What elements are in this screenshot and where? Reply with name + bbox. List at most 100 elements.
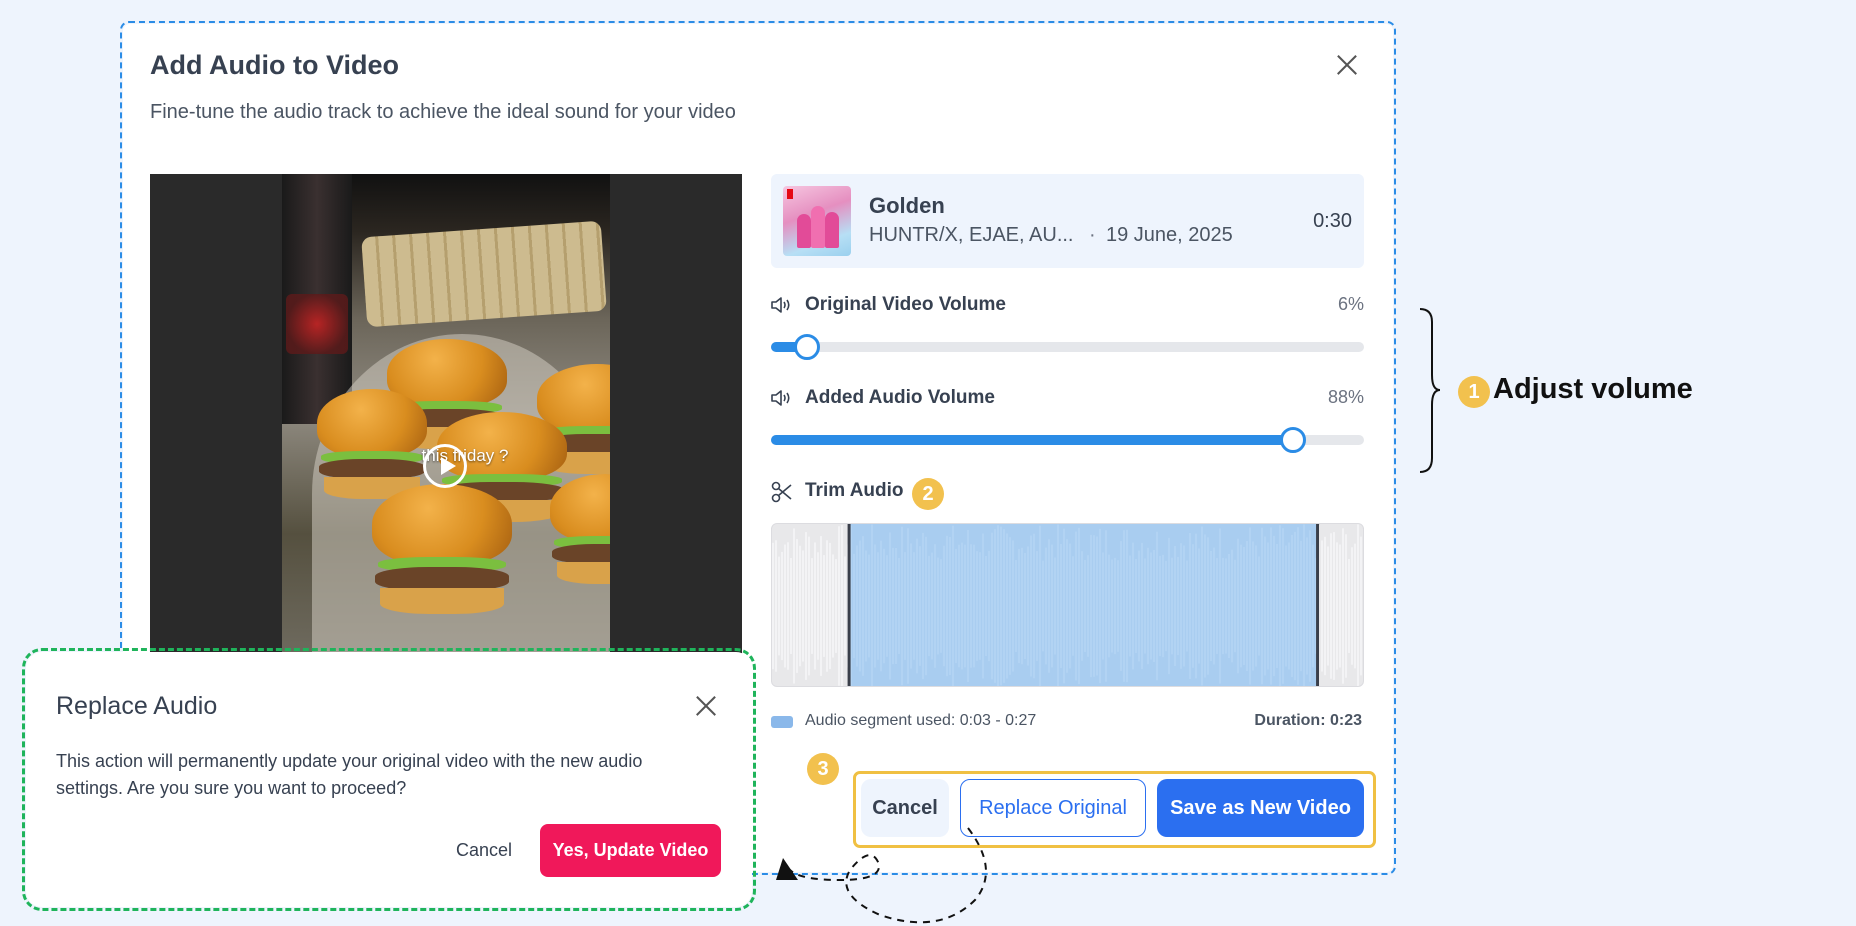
slider-thumb[interactable]	[1279, 427, 1306, 453]
waveform-bar	[1273, 535, 1275, 677]
waveform-bar	[1219, 528, 1221, 684]
waveform-bar	[1288, 542, 1290, 670]
waveform-bar	[1168, 537, 1170, 675]
waveform-bar	[1360, 536, 1362, 676]
waveform-bar	[886, 555, 888, 657]
waveform-bar	[1270, 527, 1272, 685]
waveform-bar	[826, 540, 828, 672]
waveform-bar	[1195, 533, 1197, 679]
waveform-bar	[1129, 555, 1131, 657]
waveform-bar	[781, 551, 783, 661]
waveform-bar	[1204, 534, 1206, 678]
waveform-bar	[817, 552, 819, 660]
dialog-title: Replace Audio	[56, 692, 218, 720]
waveform-bar	[883, 548, 885, 664]
modal-subtitle: Fine-tune the audio track to achieve the…	[150, 101, 736, 123]
waveform-bar	[901, 526, 903, 686]
waveform-bar	[910, 543, 912, 669]
waveform-bar	[829, 542, 831, 670]
waveform-bar	[1153, 549, 1155, 663]
waveform-bar	[790, 558, 792, 654]
waveform-bar	[778, 556, 780, 656]
waveform-bar	[1258, 556, 1260, 656]
waveform-bar	[859, 540, 861, 672]
trim-start-handle	[847, 524, 851, 686]
waveform-bar	[1078, 527, 1080, 685]
waveform-bar	[838, 526, 840, 686]
waveform-bar	[1234, 559, 1236, 653]
replace-original-button[interactable]: Replace Original	[960, 779, 1146, 837]
slider-thumb[interactable]	[793, 334, 820, 360]
adjust-volume-annotation: Adjust volume	[1493, 373, 1693, 405]
audio-waveform-trimmer[interactable]	[771, 523, 1364, 687]
added-volume-slider[interactable]	[771, 427, 1364, 453]
close-icon[interactable]	[1333, 51, 1361, 79]
waveform-bar	[997, 525, 999, 686]
waveform-bar	[994, 529, 996, 683]
waveform-bar	[1021, 547, 1023, 665]
close-icon[interactable]	[692, 692, 720, 720]
cancel-button[interactable]: Cancel	[861, 779, 949, 837]
original-volume-slider[interactable]	[771, 334, 1364, 360]
trim-end-handle	[1316, 524, 1320, 686]
waveform-bar	[1114, 557, 1116, 655]
waveform-bar	[1060, 544, 1062, 668]
waveform-bar	[1330, 533, 1332, 679]
waveform-bar	[835, 559, 837, 653]
waveform-bar	[853, 553, 855, 659]
waveform-bar	[793, 528, 795, 684]
waveform-bar	[976, 551, 978, 661]
play-icon[interactable]	[423, 444, 467, 488]
speaker-icon	[771, 297, 790, 313]
waveform-bar	[1147, 547, 1149, 665]
waveform-bar	[973, 544, 975, 668]
waveform-bar	[1030, 535, 1032, 677]
video-preview[interactable]: this friday ?	[150, 174, 742, 654]
waveform-bar	[1246, 540, 1248, 672]
yes-update-video-button[interactable]: Yes, Update Video	[540, 824, 721, 877]
sandwich-tray	[361, 220, 607, 328]
waveform-graphic	[772, 524, 1362, 686]
step-badge-2: 2	[912, 478, 944, 510]
waveform-bar	[1177, 556, 1179, 656]
waveform-bar	[1267, 542, 1269, 670]
waveform-bar	[955, 548, 957, 664]
waveform-bar	[946, 535, 948, 677]
waveform-bar	[913, 552, 915, 660]
waveform-bar	[1321, 540, 1323, 672]
waveform-bar	[1156, 531, 1158, 681]
dialog-cancel-button[interactable]: Cancel	[440, 824, 528, 876]
waveform-bar	[1051, 544, 1053, 668]
waveform-bar	[808, 536, 810, 676]
waveform-bar	[1075, 531, 1077, 681]
waveform-bar	[1165, 560, 1167, 652]
waveform-bar	[844, 556, 846, 656]
waveform-bar	[1090, 534, 1092, 678]
waveform-bar	[1123, 530, 1125, 682]
waveform-bar	[1108, 554, 1110, 658]
waveform-bar	[967, 529, 969, 683]
waveform-bar	[1009, 537, 1011, 675]
waveform-bar	[868, 554, 870, 658]
waveform-bar	[1357, 524, 1359, 686]
waveform-bar	[931, 552, 933, 660]
waveform-bar	[1144, 558, 1146, 654]
step-badge-1: 1	[1458, 376, 1490, 408]
waveform-bar	[1240, 544, 1242, 668]
waveform-bar	[787, 542, 789, 670]
waveform-bar	[922, 532, 924, 680]
save-as-new-video-button[interactable]: Save as New Video	[1157, 779, 1364, 837]
waveform-bar	[1018, 548, 1020, 664]
album-art	[783, 186, 851, 256]
waveform-bar	[1264, 536, 1266, 676]
waveform-bar	[1099, 528, 1101, 684]
waveform-bar	[1231, 549, 1233, 663]
waveform-bar	[1261, 527, 1263, 685]
waveform-bar	[1162, 554, 1164, 658]
step-badge-3: 3	[807, 753, 839, 785]
waveform-bar	[823, 555, 825, 657]
waveform-bar	[1066, 539, 1068, 673]
waveform-bar	[1045, 547, 1047, 665]
waveform-bar	[961, 542, 963, 670]
original-volume-value: 6%	[1337, 294, 1364, 314]
